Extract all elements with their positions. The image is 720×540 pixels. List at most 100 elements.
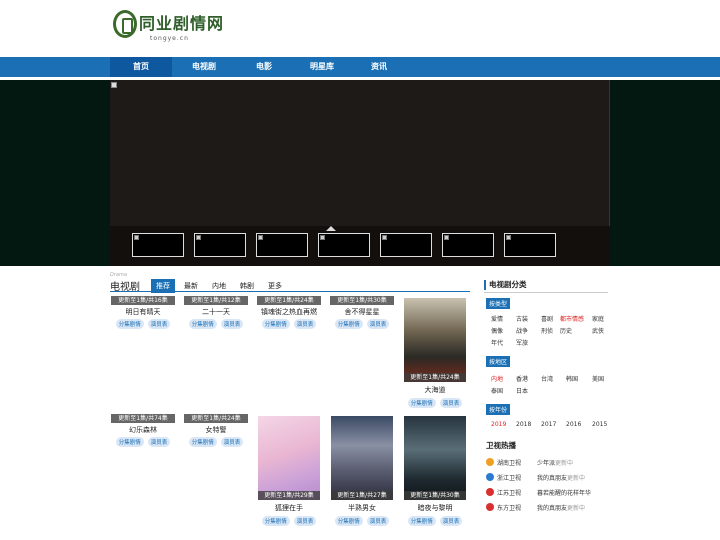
broken-image-icon — [444, 235, 449, 240]
section-divider — [110, 291, 470, 292]
cast-list-button[interactable]: 演员表 — [220, 437, 244, 447]
category-option[interactable]: 2017 — [541, 421, 556, 428]
category-option[interactable]: 军旅 — [516, 338, 528, 347]
episode-summary-button[interactable]: 分集剧情 — [407, 516, 436, 526]
channel-show[interactable]: 少年派更新中 — [537, 458, 573, 467]
category-option[interactable]: 偶像 — [491, 326, 503, 335]
drama-title[interactable]: 幻乐森林 — [111, 423, 175, 437]
drama-card[interactable]: 更新至1集/共12集 二十一天 分集剧情 演员表 — [184, 296, 248, 329]
poster-card[interactable]: 更新至1集/共29集 狐狸在手 分集剧情 演员表 — [258, 416, 320, 526]
episode-status: 更新至1集/共12集 — [184, 296, 248, 305]
cast-list-button[interactable]: 演员表 — [220, 319, 244, 329]
drama-card[interactable]: 更新至1集/共74集 幻乐森林 分集剧情 演员表 — [111, 414, 175, 447]
category-option[interactable]: 香港 — [516, 374, 528, 383]
category-option[interactable]: 刑侦 — [541, 326, 553, 335]
nav-item-3[interactable]: 电影 — [236, 57, 292, 77]
category-option[interactable]: 泰国 — [491, 386, 503, 395]
hero-thumbnail[interactable] — [380, 233, 432, 257]
hero-thumbnail[interactable] — [504, 233, 556, 257]
drama-card[interactable]: 更新至1集/共24集 镇魂街之热血再燃 分集剧情 演员表 — [257, 296, 321, 329]
category-option[interactable]: 日本 — [516, 386, 528, 395]
cast-list-button[interactable]: 演员表 — [439, 516, 463, 526]
drama-title[interactable]: 大海道 — [404, 382, 466, 398]
nav-item-2[interactable]: 电视剧 — [172, 57, 236, 77]
hero-thumbnail[interactable] — [194, 233, 246, 257]
drama-title[interactable]: 二十一天 — [184, 305, 248, 319]
channel-row[interactable]: 东方卫视 我的真朋友更新中 — [486, 501, 610, 513]
poster-image[interactable]: 更新至1集/共30集 — [404, 416, 466, 500]
episode-summary-button[interactable]: 分集剧情 — [261, 319, 290, 329]
episode-summary-button[interactable]: 分集剧情 — [334, 319, 363, 329]
cast-list-button[interactable]: 演员表 — [366, 319, 390, 329]
category-option[interactable]: 历史 — [560, 326, 572, 335]
drama-title[interactable]: 暗夜与黎明 — [404, 500, 466, 516]
category-option[interactable]: 台湾 — [541, 374, 553, 383]
episode-summary-button[interactable]: 分集剧情 — [188, 437, 217, 447]
category-option[interactable]: 2018 — [516, 421, 531, 428]
category-option[interactable]: 古装 — [516, 314, 528, 323]
cast-list-button[interactable]: 演员表 — [147, 437, 171, 447]
channel-show[interactable]: 暮若能醒的花样年华 — [537, 488, 591, 497]
channel-show[interactable]: 我的真朋友更新中 — [537, 503, 585, 512]
category-option[interactable]: 韩国 — [566, 374, 578, 383]
drama-title[interactable]: 女特警 — [184, 423, 248, 437]
nav-item-1[interactable]: 首页 — [110, 57, 172, 77]
category-option[interactable]: 美国 — [592, 374, 604, 383]
drama-card[interactable]: 更新至1集/共30集 舍不得星星 分集剧情 演员表 — [330, 296, 394, 329]
hero-main-slide[interactable] — [110, 80, 610, 226]
episode-summary-button[interactable]: 分集剧情 — [115, 437, 144, 447]
category-option[interactable]: 武侠 — [592, 326, 604, 335]
drama-title[interactable]: 狐狸在手 — [258, 500, 320, 516]
broken-image-icon — [258, 235, 263, 240]
episode-summary-button[interactable]: 分集剧情 — [407, 398, 436, 408]
poster-card[interactable]: 更新至1集/共30集 暗夜与黎明 分集剧情 演员表 — [404, 416, 466, 526]
hero-thumbnail[interactable] — [256, 233, 308, 257]
episode-status: 更新至1集/共16集 — [111, 296, 175, 305]
poster-image[interactable]: 更新至1集/共29集 — [258, 416, 320, 500]
nav-item-4[interactable]: 明星库 — [292, 57, 352, 77]
nav-item-5[interactable]: 资讯 — [352, 57, 406, 77]
drama-card[interactable]: 更新至1集/共24集 女特警 分集剧情 演员表 — [184, 414, 248, 447]
cast-list-button[interactable]: 演员表 — [293, 516, 317, 526]
poster-image[interactable]: 更新至1集/共27集 — [331, 416, 393, 500]
cast-list-button[interactable]: 演员表 — [366, 516, 390, 526]
channel-name: 浙江卫视 — [497, 474, 522, 482]
site-logo[interactable]: 同业剧情网 tongye.cn — [113, 10, 224, 46]
card-actions: 分集剧情 演员表 — [257, 319, 321, 329]
category-option[interactable]: 内地 — [491, 374, 503, 383]
poster-card[interactable]: 更新至1集/共24集 大海道 分集剧情 演员表 — [404, 298, 466, 408]
drama-title[interactable]: 舍不得星星 — [330, 305, 394, 319]
category-option[interactable]: 家庭 — [592, 314, 604, 323]
cast-list-button[interactable]: 演员表 — [439, 398, 463, 408]
cast-list-button[interactable]: 演员表 — [293, 319, 317, 329]
episode-summary-button[interactable]: 分集剧情 — [188, 319, 217, 329]
channel-row[interactable]: 湖南卫视 少年派更新中 — [486, 456, 610, 468]
poster-card[interactable]: 更新至1集/共27集 半熟男女 分集剧情 演员表 — [331, 416, 393, 526]
category-option[interactable]: 喜剧 — [541, 314, 553, 323]
hero-thumbnail[interactable] — [442, 233, 494, 257]
episode-summary-button[interactable]: 分集剧情 — [334, 516, 363, 526]
category-option[interactable]: 都市情感 — [560, 314, 584, 323]
hero-thumbnail[interactable] — [318, 233, 370, 257]
drama-card[interactable]: 更新至1集/共16集 明日有晴天 分集剧情 演员表 — [111, 296, 175, 329]
channel-row[interactable]: 浙江卫视 我的真朋友更新中 — [486, 471, 610, 483]
drama-title[interactable]: 半熟男女 — [331, 500, 393, 516]
cast-list-button[interactable]: 演员表 — [147, 319, 171, 329]
hero-thumbnail[interactable] — [132, 233, 184, 257]
episode-summary-button[interactable]: 分集剧情 — [115, 319, 144, 329]
channel-show[interactable]: 我的真朋友更新中 — [537, 473, 585, 482]
category-option[interactable]: 年代 — [491, 338, 503, 347]
category-option[interactable]: 爱情 — [491, 314, 503, 323]
episode-summary-button[interactable]: 分集剧情 — [261, 516, 290, 526]
channel-row[interactable]: 江苏卫视 暮若能醒的花样年华 — [486, 486, 610, 498]
drama-title[interactable]: 明日有晴天 — [111, 305, 175, 319]
category-option[interactable]: 2015 — [592, 421, 607, 428]
category-option[interactable]: 战争 — [516, 326, 528, 335]
poster-image[interactable]: 更新至1集/共24集 — [404, 298, 466, 382]
drama-title[interactable]: 镇魂街之热血再燃 — [257, 305, 321, 319]
card-actions: 分集剧情 演员表 — [258, 516, 320, 526]
dragon-tv-logo-icon — [486, 503, 494, 511]
category-option[interactable]: 2016 — [566, 421, 581, 428]
logo-emblem-icon — [113, 10, 137, 38]
category-option[interactable]: 2019 — [491, 421, 506, 428]
